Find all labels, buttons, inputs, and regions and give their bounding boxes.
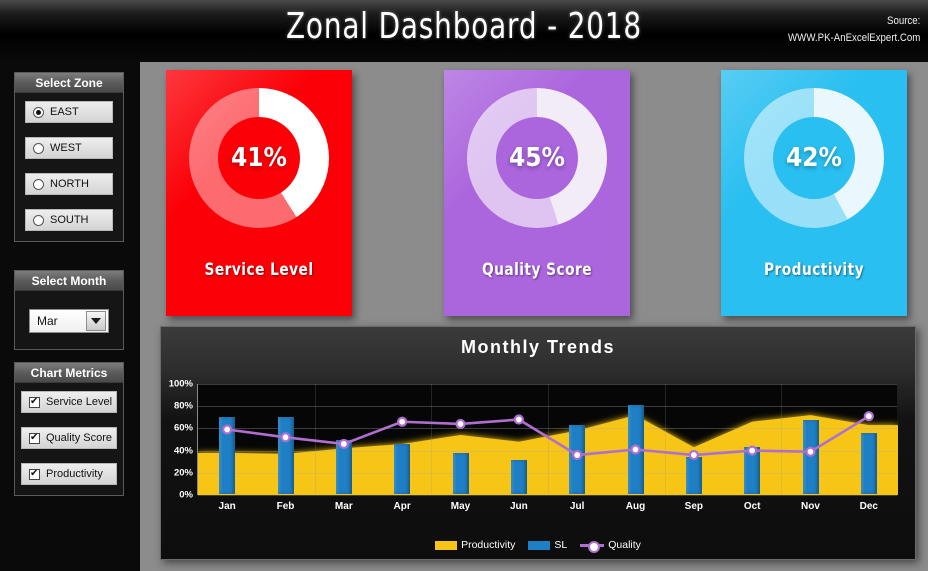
y-axis-tick: 20%: [173, 467, 193, 479]
donut-chart: 41%: [189, 88, 329, 228]
monthly-trends-panel: Monthly Trends 0% 20% 40% 60% 80% 100% Jan Feb M…: [160, 326, 916, 560]
header-bar: Zonal Dashboard - 2018 Source: WWW.PK-An…: [0, 0, 928, 62]
zone-option-label: NORTH: [50, 178, 89, 190]
checkbox-icon[interactable]: [29, 468, 40, 480]
y-axis-tick: 80%: [173, 400, 193, 412]
metric-option-label: Productivity: [46, 468, 103, 480]
quality-marker-mar: [338, 438, 349, 450]
x-axis-tick: Dec: [859, 501, 879, 512]
donut-value: 45%: [509, 143, 565, 173]
metric-option-service-level[interactable]: Service Level: [21, 391, 117, 413]
line-series-quality: [222, 411, 874, 461]
donut-chart: 42%: [744, 88, 884, 228]
quality-marker-jun: [513, 414, 524, 425]
x-axis-tick: Oct: [743, 501, 761, 512]
metric-option-quality-score[interactable]: Quality Score: [21, 427, 117, 449]
chart-legend: Productivity SL Quality: [161, 539, 915, 553]
legend-item-sl[interactable]: SL: [528, 539, 567, 551]
legend-item-quality[interactable]: Quality: [580, 539, 641, 553]
metric-option-productivity[interactable]: Productivity: [21, 463, 117, 485]
y-axis-tick: 100%: [168, 378, 193, 390]
kpi-card-label: Quality Score: [481, 260, 593, 280]
x-axis-tick: May: [450, 501, 471, 512]
dashboard-root: Zonal Dashboard - 2018 Source: WWW.PK-An…: [0, 0, 928, 571]
x-axis-tick: Jul: [569, 501, 585, 512]
quality-marker-dec: [863, 411, 874, 422]
quality-marker-aug: [630, 444, 641, 455]
page-title: Zonal Dashboard - 2018: [285, 6, 643, 47]
x-axis-tick: Jan: [218, 501, 236, 512]
sidebar: Select Zone EAST WEST NORTH SOUTH Select Mo…: [0, 62, 140, 571]
donut-chart: 45%: [467, 88, 607, 228]
radio-icon[interactable]: [33, 214, 44, 226]
metric-option-label: Quality Score: [46, 432, 113, 444]
y-axis-tick: 40%: [173, 445, 193, 457]
legend-label: Productivity: [461, 539, 516, 551]
quality-line-path: [226, 415, 870, 457]
chart-metrics-title: Chart Metrics: [15, 363, 123, 383]
x-axis-tick: Sep: [684, 501, 703, 512]
quality-marker-apr: [397, 416, 408, 427]
metric-options-list: Service Level Quality Score Productivity: [15, 383, 123, 495]
quality-marker-jan: [222, 424, 233, 435]
kpi-card-quality-score: 45% Quality Score: [444, 70, 630, 316]
zone-option-north[interactable]: NORTH: [25, 173, 113, 195]
gridline: [198, 495, 897, 496]
kpi-card-productivity: 42% Productivity: [721, 70, 907, 316]
source-url: WWW.PK-AnExcelExpert.Com: [787, 32, 920, 44]
x-axis-tick: Apr: [393, 501, 411, 512]
trends-plot-area: 0% 20% 40% 60% 80% 100% Jan Feb Mar Apr May Jun Jul A…: [169, 379, 898, 512]
legend-swatch-icon: [580, 540, 605, 553]
y-axis-tick: 60%: [173, 422, 193, 434]
select-month-body: Mar: [15, 291, 123, 349]
source-credit: Source: WWW.PK-AnExcelExpert.Com: [788, 13, 920, 47]
quality-marker-sep: [688, 449, 699, 461]
kpi-card-service-level: 41% Service Level: [166, 70, 352, 316]
quality-marker-may: [455, 418, 466, 430]
legend-label: SL: [554, 539, 568, 551]
quality-marker-feb: [280, 432, 291, 443]
radio-icon[interactable]: [33, 178, 44, 190]
zone-option-east[interactable]: EAST: [25, 101, 113, 123]
month-dropdown[interactable]: Mar: [29, 309, 109, 333]
metric-option-label: Service Level: [46, 396, 113, 408]
zone-option-label: SOUTH: [50, 214, 89, 226]
select-zone-title: Select Zone: [15, 73, 123, 93]
x-axis-tick: Feb: [276, 501, 295, 512]
chart-title: Monthly Trends: [460, 337, 615, 357]
zone-option-west[interactable]: WEST: [25, 137, 113, 159]
quality-marker-jul: [572, 449, 583, 461]
chart-metrics-panel: Chart Metrics Service Level Quality Score…: [14, 362, 124, 496]
source-label: Source:: [886, 15, 920, 27]
legend-label: Quality: [608, 539, 641, 551]
kpi-card-label: Productivity: [763, 260, 865, 280]
month-dropdown-value: Mar: [37, 314, 58, 328]
kpi-card-label: Service Level: [204, 260, 314, 280]
x-axis-tick: Nov: [801, 501, 820, 512]
legend-swatch-icon: [528, 540, 551, 550]
select-month-title: Select Month: [15, 271, 123, 291]
radio-icon[interactable]: [33, 142, 44, 154]
legend-swatch-icon: [435, 540, 458, 550]
legend-item-productivity[interactable]: Productivity: [435, 539, 515, 551]
select-month-panel: Select Month Mar: [14, 270, 124, 350]
donut-value: 42%: [786, 143, 842, 173]
quality-marker-oct: [747, 445, 758, 456]
zone-option-south[interactable]: SOUTH: [25, 209, 113, 231]
checkbox-icon[interactable]: [29, 396, 40, 408]
x-axis-tick: Aug: [625, 501, 646, 512]
donut-value: 41%: [231, 143, 287, 173]
x-axis-tick: Mar: [334, 501, 353, 512]
chevron-down-icon[interactable]: [86, 311, 106, 331]
zone-options-list: EAST WEST NORTH SOUTH: [15, 93, 123, 241]
zone-option-label: WEST: [50, 142, 82, 154]
y-axis-tick: 0%: [179, 489, 193, 501]
x-axis-tick: Jun: [509, 501, 528, 512]
quality-marker-nov: [805, 446, 816, 457]
checkbox-icon[interactable]: [29, 432, 40, 444]
radio-icon[interactable]: [33, 106, 44, 118]
zone-option-label: EAST: [50, 106, 79, 118]
select-zone-panel: Select Zone EAST WEST NORTH SOUTH: [14, 72, 124, 242]
